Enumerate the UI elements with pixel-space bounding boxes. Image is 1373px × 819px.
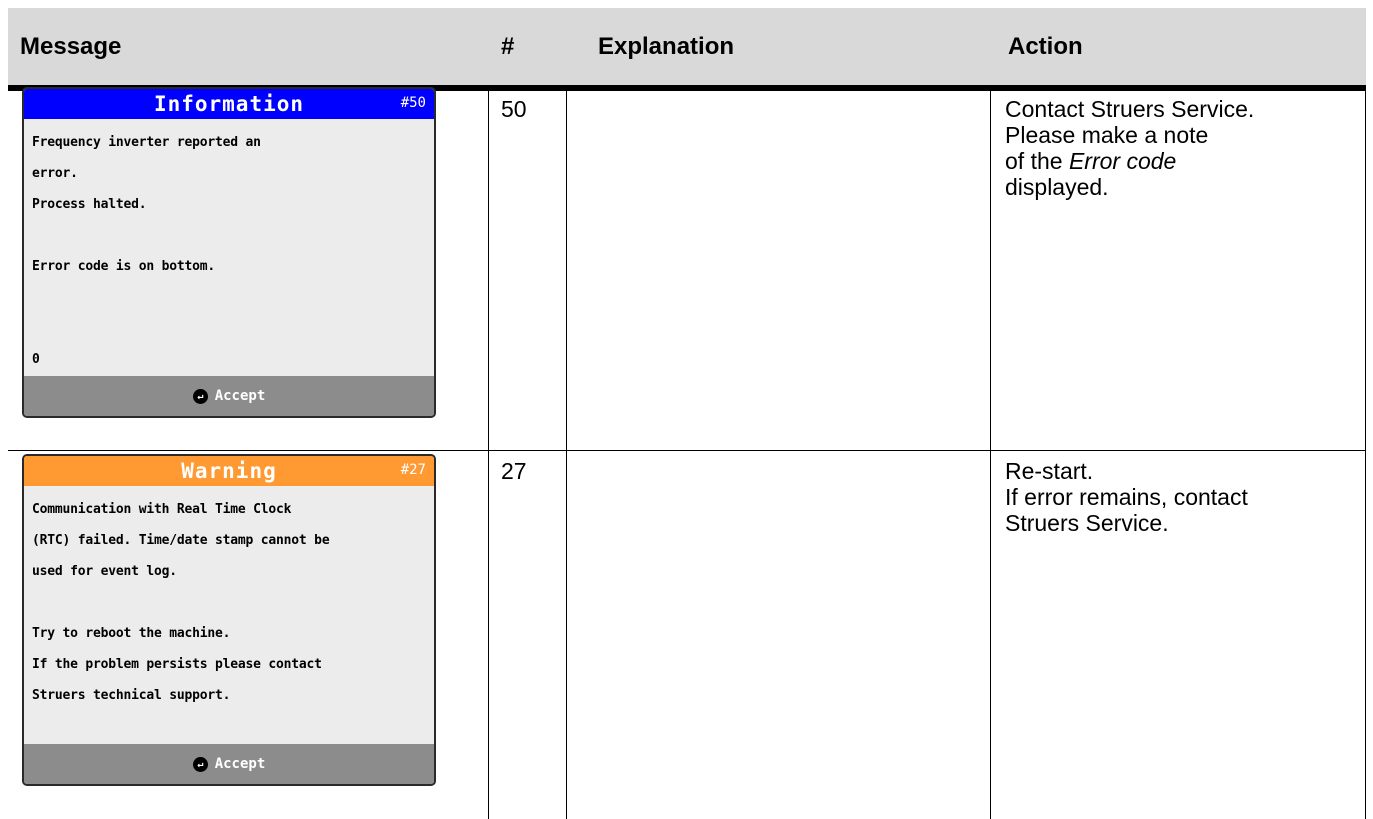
dialog-line (32, 220, 428, 251)
dialog-message: Communication with Real Time Clock (RTC)… (32, 494, 428, 711)
dialog-line: Struers technical support. (32, 688, 231, 703)
dialog-line: Try to reboot the machine. (32, 626, 231, 641)
column-divider (488, 91, 489, 819)
dialog-line: Error code is on bottom. (32, 259, 216, 274)
action-line: displayed. (1005, 174, 1109, 200)
enter-icon: ↵ (192, 388, 208, 404)
message-table: Message # Explanation Action Information… (8, 8, 1366, 819)
dialog-line: used for event log. (32, 564, 177, 579)
action-text-part: of the (1005, 148, 1069, 174)
action-line: If error remains, contact (1005, 484, 1248, 510)
action-text: Re-start. If error remains, contact Stru… (1005, 458, 1248, 536)
action-emphasis: Error code (1068, 148, 1177, 174)
message-number: 27 (501, 458, 527, 484)
accept-label: Accept (214, 388, 266, 404)
action-line: Contact Struers Service. (1005, 96, 1255, 122)
dialog-line: Process halted. (32, 197, 147, 212)
action-line: Re-start. (1005, 458, 1094, 484)
information-dialog-screenshot: Information #50 Frequency inverter repor… (22, 87, 436, 418)
column-divider (566, 91, 567, 819)
dialog-message: Frequency inverter reported an error. Pr… (32, 127, 428, 375)
dialog-line (32, 282, 428, 313)
dialog-title: Warning (181, 459, 277, 483)
action-text: Contact Struers Service. Please make a n… (1005, 96, 1254, 200)
action-line: Please make a note (1005, 122, 1209, 148)
action-line: of the Error code (1005, 148, 1254, 174)
dialog-title: Information (153, 92, 305, 116)
dialog-line: (RTC) failed. Time/date stamp cannot be (32, 533, 330, 548)
dialog-line (32, 587, 428, 618)
column-divider (990, 91, 991, 819)
accept-button: ↵ Accept (24, 744, 434, 784)
accept-button: ↵ Accept (24, 376, 434, 416)
column-divider (1365, 91, 1366, 819)
dialog-code: #27 (400, 462, 426, 478)
dialog-line: If the problem persists please contact (32, 657, 322, 672)
header-explanation: Explanation (598, 32, 735, 60)
header-action: Action (1008, 32, 1083, 60)
row-divider (8, 450, 1366, 451)
dialog-line: 0 (32, 352, 40, 367)
warning-dialog-screenshot: Warning #27 Communication with Real Time… (22, 454, 436, 786)
enter-icon: ↵ (192, 756, 208, 772)
dialog-title-bar: Information #50 (24, 89, 434, 119)
header-number: # (501, 32, 515, 60)
header-message: Message (20, 32, 122, 60)
dialog-title-bar: Warning #27 (24, 456, 434, 486)
table-header: Message # Explanation Action (8, 8, 1366, 85)
dialog-line (32, 313, 428, 344)
accept-label: Accept (214, 756, 266, 772)
dialog-code: #50 (400, 95, 426, 111)
action-line: Struers Service. (1005, 510, 1169, 536)
message-number: 50 (501, 96, 527, 122)
dialog-line: Communication with Real Time Clock (32, 502, 292, 517)
dialog-line: Frequency inverter reported an (32, 135, 261, 150)
dialog-line: error. (32, 166, 78, 181)
